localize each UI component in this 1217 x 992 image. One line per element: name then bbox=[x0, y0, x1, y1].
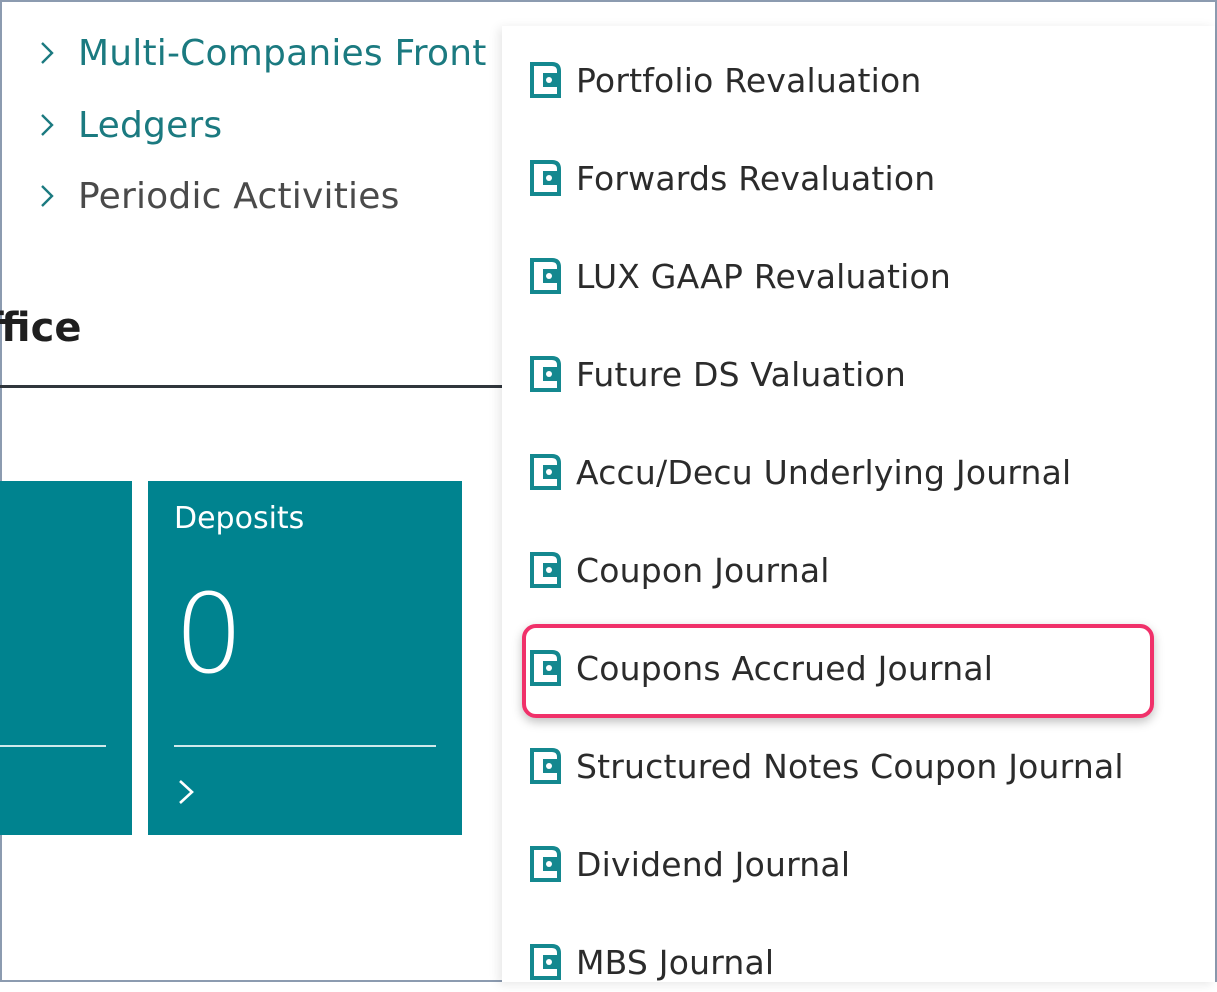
menu-item-accu-decu-underlying-journal[interactable]: Accu/Decu Underlying Journal bbox=[528, 442, 1071, 502]
menu-item-label: Portfolio Revaluation bbox=[576, 60, 922, 100]
menu-item-mbs-journal[interactable]: MBS Journal bbox=[528, 932, 774, 992]
nav-item-periodic-activities[interactable]: Periodic Activities bbox=[34, 171, 400, 221]
menu-item-label: Structured Notes Coupon Journal bbox=[576, 746, 1124, 786]
cue-tile-value: 0 bbox=[174, 570, 244, 698]
report-icon bbox=[530, 454, 561, 490]
menu-item-label: Accu/Decu Underlying Journal bbox=[576, 452, 1072, 492]
section-divider bbox=[0, 385, 502, 388]
section-title: ffice bbox=[0, 305, 82, 351]
report-icon bbox=[530, 846, 561, 882]
menu-item-future-ds-valuation[interactable]: Future DS Valuation bbox=[528, 344, 906, 404]
report-icon bbox=[530, 944, 561, 980]
chevron-right-icon[interactable] bbox=[174, 775, 198, 809]
menu-item-label: Coupon Journal bbox=[576, 550, 830, 590]
chevron-right-icon bbox=[41, 42, 54, 64]
report-icon bbox=[530, 650, 561, 686]
report-icon bbox=[530, 356, 561, 392]
menu-item-label: LUX GAAP Revaluation bbox=[576, 256, 952, 296]
menu-item-label: Future DS Valuation bbox=[576, 354, 906, 394]
menu-item-lux-gaap-revaluation[interactable]: LUX GAAP Revaluation bbox=[528, 246, 951, 306]
menu-item-structured-notes-coupon-journal[interactable]: Structured Notes Coupon Journal bbox=[528, 736, 1124, 796]
cue-tile[interactable] bbox=[0, 481, 132, 835]
nav-item-label: Multi-Companies Front bbox=[78, 32, 487, 74]
menu-item-coupons-accrued-journal[interactable]: Coupons Accrued Journal bbox=[528, 638, 993, 698]
menu-item-label: Coupons Accrued Journal bbox=[576, 648, 994, 688]
menu-item-label: Dividend Journal bbox=[576, 844, 851, 884]
chevron-right-icon bbox=[41, 185, 54, 207]
menu-item-label: Forwards Revaluation bbox=[576, 158, 936, 198]
report-icon bbox=[530, 552, 561, 588]
nav-item-ledgers[interactable]: Ledgers bbox=[34, 100, 222, 150]
nav-item-label: Ledgers bbox=[78, 104, 223, 146]
nav-item-multi-companies-front[interactable]: Multi-Companies Front bbox=[34, 28, 487, 78]
menu-item-label: MBS Journal bbox=[576, 942, 775, 982]
cue-tile-divider bbox=[0, 745, 106, 747]
cue-tile-title: Deposits bbox=[174, 501, 305, 536]
cue-tile-deposits[interactable]: Deposits 0 bbox=[148, 481, 462, 835]
chevron-right-icon bbox=[41, 114, 54, 136]
report-icon bbox=[530, 258, 561, 294]
nav-item-label: Periodic Activities bbox=[78, 175, 400, 217]
menu-item-forwards-revaluation[interactable]: Forwards Revaluation bbox=[528, 148, 935, 208]
report-icon bbox=[530, 160, 561, 196]
menu-item-coupon-journal[interactable]: Coupon Journal bbox=[528, 540, 830, 600]
dropdown-menu: Portfolio Revaluation Forwards Revaluati… bbox=[502, 26, 1215, 982]
cue-tile-divider bbox=[174, 745, 436, 747]
report-icon bbox=[530, 748, 561, 784]
menu-item-portfolio-revaluation[interactable]: Portfolio Revaluation bbox=[528, 50, 921, 110]
menu-item-dividend-journal[interactable]: Dividend Journal bbox=[528, 834, 850, 894]
report-icon bbox=[530, 62, 561, 98]
